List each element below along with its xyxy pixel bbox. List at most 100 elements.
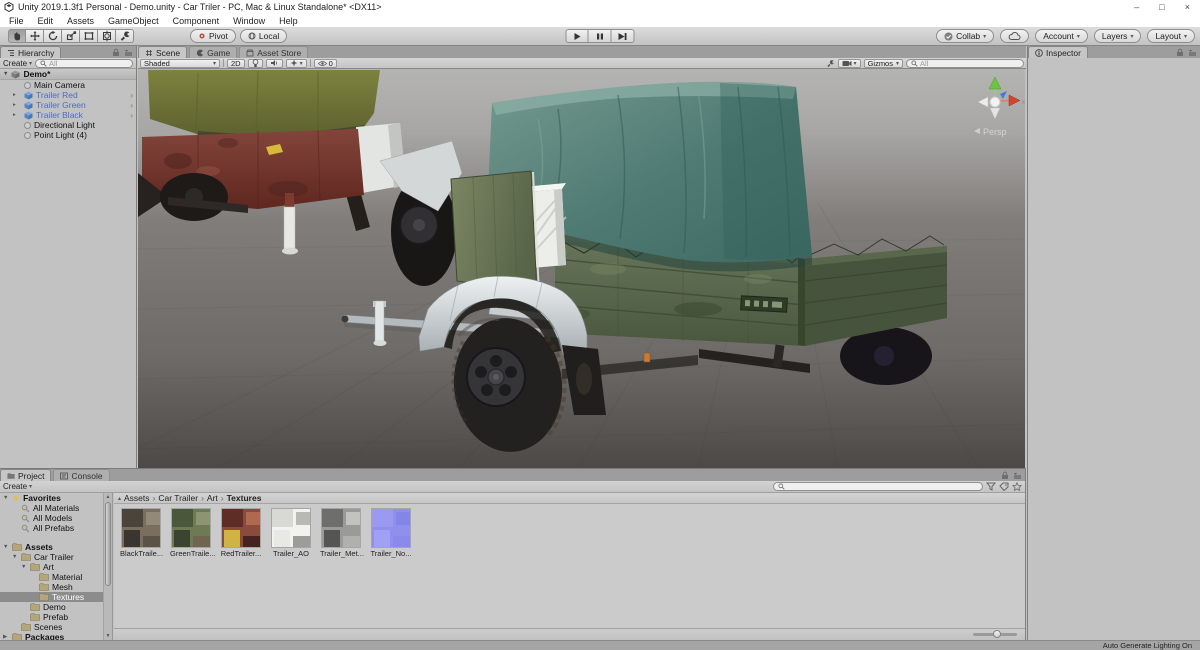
lighting-toggle-button[interactable] xyxy=(247,58,263,68)
texture-item-redtrailer[interactable]: RedTrailer... xyxy=(220,509,262,558)
hierarchy-search-input[interactable]: All xyxy=(35,58,133,68)
prefab-open-chevron[interactable]: › xyxy=(130,91,133,100)
breadcrumb-assets[interactable]: Assets xyxy=(124,493,150,503)
tab-inspector[interactable]: Inspector xyxy=(1028,46,1088,58)
hierarchy-item-point-light-4[interactable]: Point Light (4) xyxy=(0,130,136,140)
project-tree-textures[interactable]: Textures xyxy=(0,592,112,602)
scene-header-row[interactable]: ▼ Demo* xyxy=(0,69,136,80)
scrollbar-thumb[interactable] xyxy=(105,502,111,586)
play-button[interactable] xyxy=(565,29,589,43)
project-tree-art[interactable]: ▼ Art xyxy=(0,562,112,572)
component-tools-icon[interactable] xyxy=(826,59,835,68)
hierarchy-item-directional-light[interactable]: Directional Light xyxy=(0,120,136,130)
menu-assets[interactable]: Assets xyxy=(60,16,101,26)
expand-arrow-icon[interactable]: ▼ xyxy=(12,554,18,560)
hierarchy-item-trailer-black[interactable]: ▸ Trailer Black › xyxy=(0,110,136,120)
expand-arrow-icon[interactable]: ▼ xyxy=(3,495,9,501)
project-tree-scenes[interactable]: Scenes xyxy=(0,622,112,632)
breadcrumb-art[interactable]: Art xyxy=(207,493,218,503)
prefab-open-chevron[interactable]: › xyxy=(130,111,133,120)
thumbnail-zoom-slider[interactable] xyxy=(973,630,1017,638)
menu-window[interactable]: Window xyxy=(226,16,272,26)
audio-toggle-button[interactable] xyxy=(265,58,283,68)
pivot-toggle-button[interactable]: Pivot xyxy=(190,29,236,43)
saved-search-star-icon[interactable] xyxy=(1012,482,1022,491)
2d-toggle-button[interactable]: 2D xyxy=(227,58,245,68)
visibility-toggle-button[interactable]: 0 xyxy=(313,58,337,68)
hand-tool-button[interactable] xyxy=(8,29,26,43)
cloud-button[interactable] xyxy=(1000,29,1030,43)
menu-gameobject[interactable]: GameObject xyxy=(101,16,166,26)
hierarchy-create-button[interactable]: Create ▾ xyxy=(3,59,32,68)
tab-console[interactable]: Console xyxy=(53,469,110,481)
prefab-open-chevron[interactable]: › xyxy=(130,101,133,110)
transform-tool-button[interactable] xyxy=(98,29,116,43)
layout-dropdown[interactable]: Layout ▾ xyxy=(1147,29,1195,43)
texture-item-trailer-met[interactable]: Trailer_Met... xyxy=(320,509,364,558)
scale-tool-button[interactable] xyxy=(62,29,80,43)
tab-project[interactable]: Project xyxy=(0,469,52,481)
panel-menu-icon[interactable] xyxy=(1013,472,1022,480)
lock-icon[interactable] xyxy=(112,48,120,57)
account-dropdown[interactable]: Account ▾ xyxy=(1035,29,1088,43)
move-tool-button[interactable] xyxy=(26,29,44,43)
tab-asset-store[interactable]: Asset Store xyxy=(239,46,309,58)
project-tree-demo[interactable]: Demo xyxy=(0,602,112,612)
hierarchy-item-trailer-red[interactable]: ▸ Trailer Red › xyxy=(0,90,136,100)
project-tree-scrollbar[interactable]: ▲ ▼ xyxy=(103,493,112,640)
effects-dropdown-button[interactable]: ▾ xyxy=(285,58,307,68)
project-tree-prefab[interactable]: Prefab xyxy=(0,612,112,622)
rect-tool-button[interactable] xyxy=(80,29,98,43)
texture-item-blacktraile[interactable]: BlackTraile... xyxy=(120,509,163,558)
project-create-button[interactable]: Create ▾ xyxy=(3,482,32,491)
tab-game[interactable]: Game xyxy=(189,46,238,58)
texture-item-trailer-no[interactable]: Trailer_No... xyxy=(370,509,412,558)
tab-scene[interactable]: Scene xyxy=(138,46,188,58)
gizmos-dropdown[interactable]: Gizmos ▾ xyxy=(863,58,903,68)
panel-menu-icon[interactable] xyxy=(124,49,133,57)
search-by-label-icon[interactable] xyxy=(999,482,1009,491)
scene-camera-dropdown[interactable]: ▾ xyxy=(837,58,861,68)
project-tree-packages[interactable]: ▶ Packages xyxy=(0,632,112,640)
menu-file[interactable]: File xyxy=(2,16,31,26)
rotate-tool-button[interactable] xyxy=(44,29,62,43)
tab-hierarchy[interactable]: Hierarchy xyxy=(0,46,62,58)
expand-arrow-icon[interactable]: ▸ xyxy=(13,102,16,108)
maximize-button[interactable]: □ xyxy=(1159,0,1164,14)
layers-dropdown[interactable]: Layers ▾ xyxy=(1093,29,1142,43)
breadcrumb-textures[interactable]: Textures xyxy=(227,493,262,503)
expand-arrow-icon[interactable]: ▸ xyxy=(13,112,16,118)
hierarchy-item-main-camera[interactable]: Main Camera xyxy=(0,80,136,90)
close-button[interactable]: × xyxy=(1185,0,1190,14)
project-tree-all-prefabs[interactable]: All Prefabs xyxy=(0,523,112,533)
menu-help[interactable]: Help xyxy=(272,16,305,26)
shading-mode-dropdown[interactable]: Shaded ▾ xyxy=(140,58,220,68)
expand-arrow-icon[interactable]: ▼ xyxy=(3,544,9,550)
local-toggle-button[interactable]: Local xyxy=(239,29,288,43)
zoom-slider-knob[interactable] xyxy=(993,630,1001,638)
project-tree-material[interactable]: Material xyxy=(0,572,112,582)
step-button[interactable] xyxy=(611,29,635,43)
collapse-toggle-icon[interactable]: ▴ xyxy=(118,495,121,502)
expand-arrow-icon[interactable]: ▼ xyxy=(21,564,27,570)
minimize-button[interactable]: – xyxy=(1134,0,1139,14)
project-tree-favorites[interactable]: ▼ ★ Favorites xyxy=(0,493,112,503)
hierarchy-item-trailer-green[interactable]: ▸ Trailer Green › xyxy=(0,100,136,110)
custom-tool-button[interactable] xyxy=(116,29,134,43)
search-by-type-icon[interactable] xyxy=(986,482,996,491)
project-tree-all-materials[interactable]: All Materials xyxy=(0,503,112,513)
menu-component[interactable]: Component xyxy=(166,16,227,26)
texture-item-trailer-ao[interactable]: Trailer_AO xyxy=(270,509,312,558)
texture-item-greentraile[interactable]: GreenTraile... xyxy=(170,509,216,558)
panel-menu-icon[interactable] xyxy=(1188,49,1197,57)
project-search-input[interactable] xyxy=(773,482,983,491)
lock-icon[interactable] xyxy=(1176,48,1184,57)
pause-button[interactable] xyxy=(588,29,612,43)
scene-search-input[interactable]: All xyxy=(906,58,1024,68)
scene-3d-viewport[interactable]: x Persp xyxy=(138,69,1026,468)
project-tree-car-trailer[interactable]: ▼ Car Trailer xyxy=(0,552,112,562)
breadcrumb-car-trailer[interactable]: Car Trailer xyxy=(158,493,198,503)
project-tree-all-models[interactable]: All Models xyxy=(0,513,112,523)
menu-edit[interactable]: Edit xyxy=(31,16,61,26)
project-tree-mesh[interactable]: Mesh xyxy=(0,582,112,592)
